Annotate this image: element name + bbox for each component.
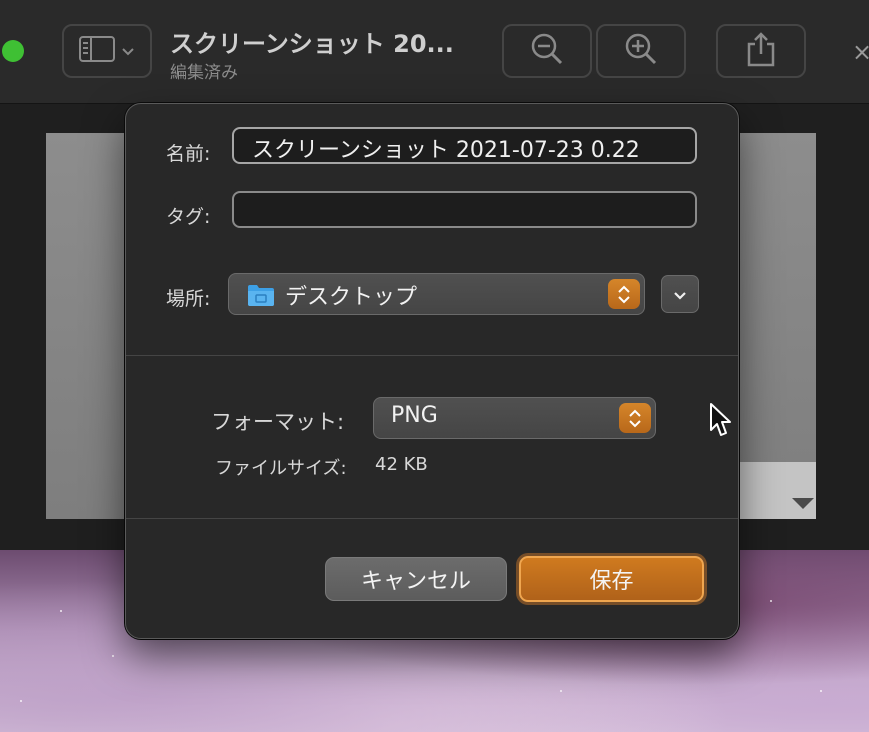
- chevron-down-icon: [673, 282, 687, 307]
- filesize-label: ファイルサイズ:: [215, 458, 347, 479]
- mouse-pointer-icon: [709, 402, 735, 442]
- updown-chevron-icon: [619, 403, 651, 433]
- share-icon: [746, 31, 776, 71]
- share-button[interactable]: [716, 24, 806, 78]
- save-button[interactable]: 保存: [519, 556, 704, 602]
- updown-chevron-icon: [608, 279, 640, 309]
- location-value: デスクトップ: [285, 285, 418, 310]
- window-subtitle: 編集済み: [170, 63, 238, 83]
- zoom-out-button[interactable]: [502, 24, 592, 78]
- sidebar-toggle-button[interactable]: [62, 24, 152, 78]
- wallpaper-sparkle: [560, 690, 562, 692]
- tags-field[interactable]: [232, 191, 697, 228]
- wallpaper-sparkle: [820, 690, 822, 692]
- format-popup[interactable]: PNG: [373, 397, 656, 439]
- wallpaper-sparkle: [20, 700, 22, 702]
- close-icon[interactable]: ×: [852, 38, 869, 66]
- save-dialog: 名前: スクリーンショット 2021-07-23 0.22 タグ: 場所: デス…: [125, 103, 739, 639]
- zoom-window-button[interactable]: [2, 40, 24, 62]
- window-titlebar: スクリーンショット 20... 編集済み ×: [0, 0, 869, 104]
- location-label: 場所:: [166, 288, 211, 310]
- format-label: フォーマット:: [211, 410, 345, 434]
- tags-label: タグ:: [166, 206, 211, 228]
- wallpaper-sparkle: [60, 610, 62, 612]
- sidebar-icon: [79, 36, 115, 66]
- format-value: PNG: [391, 403, 438, 428]
- window-title: スクリーンショット 20...: [170, 30, 454, 58]
- name-label: 名前:: [166, 143, 211, 165]
- wallpaper-sparkle: [770, 600, 772, 602]
- triangle-down-icon: [792, 498, 814, 509]
- filesize-value: 42 KB: [375, 454, 428, 475]
- zoom-in-icon: [624, 32, 658, 70]
- wallpaper-sparkle: [112, 655, 114, 657]
- zoom-in-button[interactable]: [596, 24, 686, 78]
- expand-dialog-button[interactable]: [661, 275, 699, 313]
- filename-field[interactable]: スクリーンショット 2021-07-23 0.22: [232, 127, 697, 164]
- location-popup[interactable]: デスクトップ: [228, 273, 645, 315]
- divider: [126, 518, 738, 519]
- chevron-down-icon: [121, 42, 135, 61]
- divider: [126, 355, 738, 356]
- cancel-button[interactable]: キャンセル: [325, 557, 507, 601]
- zoom-out-icon: [530, 32, 564, 70]
- document-image-strip: [738, 462, 816, 519]
- folder-icon: [247, 283, 275, 313]
